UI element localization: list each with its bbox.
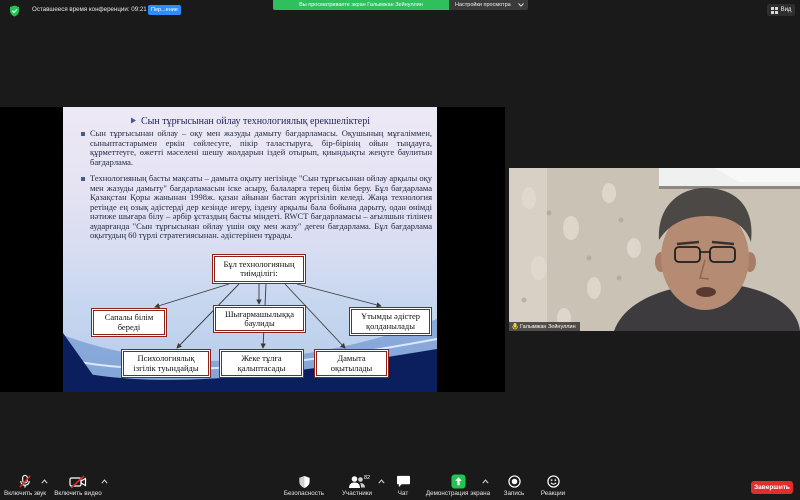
diagram-node: Психологиялық ізгілік туындайды bbox=[121, 349, 211, 378]
diagram-node: Ұтымды әдістер қолданылады bbox=[349, 307, 432, 336]
participants-button[interactable]: Участники bbox=[334, 474, 380, 499]
diagram-node: Сапалы білім береді bbox=[91, 308, 167, 337]
participants-count-badge: 82 bbox=[364, 475, 371, 481]
chevron-down-icon bbox=[518, 3, 524, 7]
participant-name: Галымжан Зейнуллин bbox=[520, 323, 576, 330]
video-options-caret-icon[interactable] bbox=[101, 479, 108, 484]
view-options-dropdown[interactable]: Настройки просмотра bbox=[449, 0, 528, 10]
diagram-node: Шығармашылыққа баулиды bbox=[213, 305, 306, 333]
participants-options-caret-icon[interactable] bbox=[378, 479, 385, 484]
security-button[interactable]: Безопасность bbox=[279, 474, 329, 499]
audio-level-icon bbox=[512, 323, 518, 330]
record-label: Запись bbox=[503, 490, 525, 497]
shared-screen[interactable]: Сын тұрғысынан ойлау технологиялық ерекш… bbox=[0, 107, 505, 392]
participant-name-tag: Галымжан Зейнуллин bbox=[509, 322, 580, 331]
connector-arrow bbox=[296, 283, 382, 308]
time-remaining-text: Оставшееся время конференции: 09:21 bbox=[32, 6, 147, 13]
meeting-toolbar: Включить звук Включить видео Безопасност… bbox=[0, 470, 800, 500]
start-video-label: Включить видео bbox=[54, 490, 102, 497]
viewing-screen-banner: Вы просматриваете экран Галымжан Зейнулл… bbox=[273, 0, 449, 10]
view-button-label: Вид bbox=[780, 7, 792, 13]
start-video-button[interactable]: Включить видео bbox=[50, 474, 106, 499]
status-pill[interactable]: Пер...ение bbox=[148, 5, 181, 15]
reactions-label: Реакции bbox=[540, 490, 566, 497]
share-screen-icon bbox=[450, 474, 466, 489]
microphone-muted-icon bbox=[17, 474, 33, 489]
video-off-icon bbox=[69, 474, 87, 489]
diagram-node: Дамыта оқытылады bbox=[314, 349, 389, 378]
reactions-button[interactable]: Реакции bbox=[533, 474, 573, 499]
chat-button[interactable]: Чат bbox=[388, 474, 418, 499]
chat-label: Чат bbox=[397, 490, 409, 497]
security-label: Безопасность bbox=[283, 490, 325, 497]
diagram-root-node: Бұл технологияның тиімділігі: bbox=[212, 254, 306, 284]
unmute-button[interactable]: Включить звук bbox=[0, 474, 50, 499]
view-button[interactable]: Вид bbox=[767, 4, 795, 16]
shield-icon bbox=[298, 474, 311, 489]
record-icon bbox=[507, 474, 521, 489]
audio-options-caret-icon[interactable] bbox=[41, 479, 48, 484]
unmute-label: Включить звук bbox=[4, 490, 46, 497]
participants-label: Участники bbox=[341, 490, 373, 497]
participant-video-feed bbox=[509, 168, 800, 331]
meeting-info-shield-icon[interactable] bbox=[8, 4, 20, 17]
record-button[interactable]: Запись bbox=[496, 474, 532, 499]
share-options-caret-icon[interactable] bbox=[482, 479, 489, 484]
end-meeting-button[interactable]: Завершить bbox=[751, 481, 793, 494]
share-screen-label: Демонстрация экрана bbox=[425, 490, 491, 497]
chat-icon bbox=[396, 474, 411, 489]
connector-arrow bbox=[154, 283, 230, 309]
diagram-node: Жеке тұлға қалыптасады bbox=[219, 349, 304, 378]
grid-icon bbox=[770, 6, 778, 14]
share-screen-button[interactable]: Демонстрация экрана bbox=[423, 474, 493, 499]
participant-video-tile[interactable]: Галымжан Зейнуллин bbox=[509, 168, 800, 331]
smiley-icon bbox=[546, 474, 560, 489]
view-options-label: Настройки просмотра bbox=[455, 2, 511, 8]
presentation-slide: Сын тұрғысынан ойлау технологиялық ерекш… bbox=[63, 107, 437, 392]
